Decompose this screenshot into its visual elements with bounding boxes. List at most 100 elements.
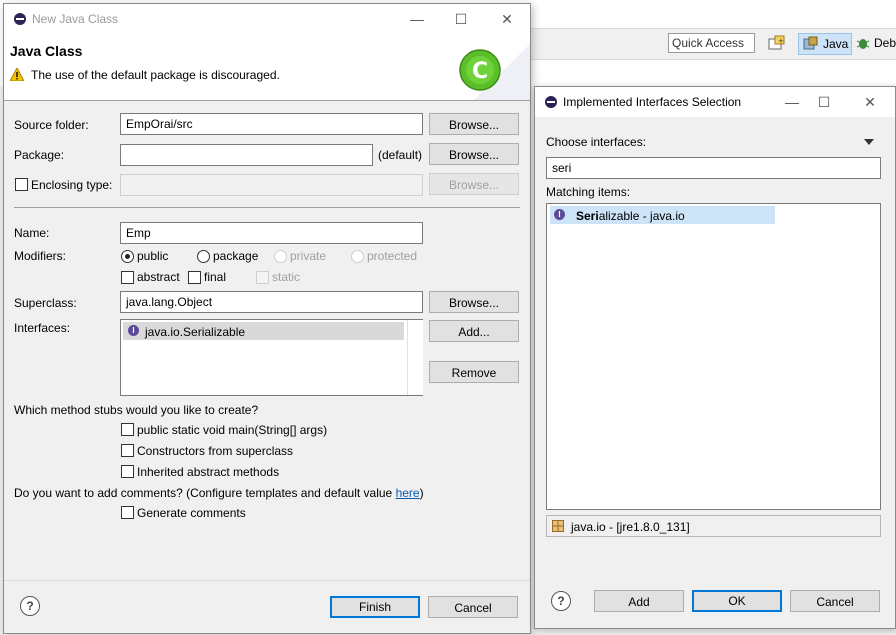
interface-name: java.io.Serializable <box>145 325 246 339</box>
list-item[interactable]: I Serializable - java.io <box>550 206 775 224</box>
name-label: Name: <box>14 226 50 240</box>
svg-text:+: + <box>778 37 784 45</box>
enclosing-type-label: Enclosing type: <box>31 178 113 192</box>
match-highlight: Seri <box>576 209 599 223</box>
class-name-field[interactable]: Emp <box>120 222 423 244</box>
stub-inherited-label: Inherited abstract methods <box>137 465 280 479</box>
bug-icon <box>856 39 870 49</box>
svg-text:C: C <box>472 59 488 84</box>
stub-main-checkbox[interactable] <box>121 423 134 436</box>
view-menu-icon[interactable] <box>863 138 875 146</box>
modifier-private-label: private <box>290 249 327 263</box>
minimize-button[interactable]: — <box>777 91 807 113</box>
interface-filter-input[interactable]: seri <box>546 157 881 179</box>
stub-constructors-label: Constructors from superclass <box>137 444 294 458</box>
package-icon <box>552 520 564 532</box>
modifier-private-radio[interactable] <box>274 250 287 263</box>
modifier-public-label: public <box>137 249 169 263</box>
modifier-final-label: final <box>204 270 227 284</box>
interface-icon: I <box>554 209 565 220</box>
eclipse-icon <box>14 13 26 25</box>
dialog-title: New Java Class <box>32 12 119 26</box>
class-wizard-banner-icon: C <box>459 44 530 100</box>
modifier-static-checkbox[interactable] <box>256 271 269 284</box>
debug-perspective-label: Deb <box>874 36 896 50</box>
matching-items-label: Matching items: <box>546 185 631 199</box>
package-label: Package: <box>14 148 65 162</box>
open-perspective-icon[interactable]: + <box>766 34 788 54</box>
cancel-button[interactable]: Cancel <box>428 596 518 618</box>
interface-icon: I <box>128 325 139 336</box>
superclass-browse-button[interactable]: Browse... <box>429 291 519 313</box>
modifier-package-label: package <box>213 249 259 263</box>
modifier-protected-radio[interactable] <box>351 250 364 263</box>
java-perspective-button[interactable]: Java <box>798 33 852 55</box>
package-browse-button[interactable]: Browse... <box>429 143 519 165</box>
modifier-protected-label: protected <box>367 249 418 263</box>
finish-button[interactable]: Finish <box>330 596 420 618</box>
quick-access-field[interactable]: Quick Access <box>668 33 755 53</box>
cancel-button[interactable]: Cancel <box>790 590 880 612</box>
minimize-button[interactable]: — <box>402 8 432 30</box>
match-rest: alizable - java.io <box>598 209 685 223</box>
matching-items-list[interactable]: I Serializable - java.io <box>546 203 881 510</box>
modifier-final-checkbox[interactable] <box>188 271 201 284</box>
stubs-question: Which method stubs would you like to cre… <box>14 403 259 417</box>
maximize-button[interactable]: ☐ <box>446 8 476 30</box>
modifiers-label: Modifiers: <box>14 249 67 263</box>
java-perspective-label: Java <box>823 37 849 51</box>
ok-button[interactable]: OK <box>692 590 782 612</box>
add-button[interactable]: Add <box>594 590 684 612</box>
enclosing-type-field[interactable] <box>120 174 423 196</box>
configure-templates-link[interactable]: here <box>396 486 420 500</box>
source-folder-browse-button[interactable]: Browse... <box>429 113 519 135</box>
wizard-header: Java Class The use of the default packag… <box>4 34 530 101</box>
modifier-static-label: static <box>272 270 301 284</box>
enclosing-type-checkbox[interactable] <box>15 178 28 191</box>
source-folder-label: Source folder: <box>14 118 89 132</box>
wizard-heading: Java Class <box>10 43 83 59</box>
generate-comments-label: Generate comments <box>137 506 246 520</box>
remove-interface-button[interactable]: Remove <box>429 361 519 383</box>
scrollbar[interactable] <box>407 320 423 395</box>
stub-inherited-checkbox[interactable] <box>121 465 134 478</box>
close-button[interactable]: ✕ <box>492 8 522 30</box>
eclipse-icon <box>545 96 557 108</box>
modifier-abstract-label: abstract <box>137 270 180 284</box>
debug-perspective-button[interactable]: Deb <box>852 33 896 53</box>
choose-interfaces-label: Choose interfaces: <box>546 135 647 149</box>
comments-question: Do you want to add comments? (Configure … <box>14 486 424 500</box>
help-icon[interactable]: ? <box>551 591 571 611</box>
close-button[interactable]: ✕ <box>855 91 885 113</box>
warning-icon <box>10 68 24 81</box>
interface-selection-dialog: Implemented Interfaces Selection — ☐ ✕ C… <box>534 86 896 629</box>
comments-question-text: Do you want to add comments? (Configure … <box>14 486 396 500</box>
status-line: java.io - [jre1.8.0_131] <box>546 515 881 537</box>
superclass-label: Superclass: <box>14 296 77 310</box>
java-perspective-icon <box>803 36 818 50</box>
dialog-titlebar: Implemented Interfaces Selection — ☐ ✕ <box>535 87 895 117</box>
dialog-titlebar: New Java Class — ☐ ✕ <box>4 4 530 34</box>
modifier-public-radio[interactable] <box>121 250 134 263</box>
package-field[interactable] <box>120 144 373 166</box>
interfaces-list[interactable]: I java.io.Serializable <box>120 319 423 396</box>
modifier-package-radio[interactable] <box>197 250 210 263</box>
enclosing-type-browse-button[interactable]: Browse... <box>429 173 519 195</box>
interfaces-label: Interfaces: <box>14 321 71 335</box>
list-item-text: Serializable - java.io <box>576 209 685 223</box>
list-item[interactable]: I java.io.Serializable <box>123 322 404 340</box>
separator <box>14 207 520 208</box>
status-text: java.io - [jre1.8.0_131] <box>571 520 690 534</box>
warning-message: The use of the default package is discou… <box>31 68 280 82</box>
help-icon[interactable]: ? <box>20 596 40 616</box>
maximize-button[interactable]: ☐ <box>809 91 839 113</box>
comments-close-paren: ) <box>419 486 424 500</box>
package-default-hint: (default) <box>378 148 423 162</box>
superclass-field[interactable]: java.lang.Object <box>120 291 423 313</box>
dialog-title: Implemented Interfaces Selection <box>563 95 742 109</box>
stub-constructors-checkbox[interactable] <box>121 444 134 457</box>
modifier-abstract-checkbox[interactable] <box>121 271 134 284</box>
add-interface-button[interactable]: Add... <box>429 320 519 342</box>
generate-comments-checkbox[interactable] <box>121 506 134 519</box>
source-folder-field[interactable]: EmpOrai/src <box>120 113 423 135</box>
